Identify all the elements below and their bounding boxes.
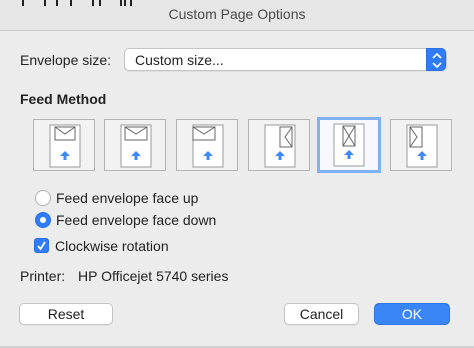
- reset-button[interactable]: Reset: [19, 303, 113, 325]
- envelope-landscape-icon: [49, 124, 81, 168]
- ok-button[interactable]: OK: [374, 303, 450, 325]
- clockwise-label[interactable]: Clockwise rotation: [55, 238, 169, 254]
- feed-option-4[interactable]: [248, 119, 310, 171]
- envelope-portrait-icon: [406, 124, 438, 168]
- envelope-size-select[interactable]: Custom size...: [124, 48, 447, 71]
- cancel-button[interactable]: Cancel: [284, 303, 359, 325]
- envelope-portrait-icon: [264, 124, 296, 168]
- feed-option-1[interactable]: [33, 119, 95, 171]
- title-bar[interactable]: Custom Page Options: [0, 0, 474, 31]
- envelope-landscape-icon: [192, 124, 224, 168]
- feed-method-heading: Feed Method: [20, 91, 107, 107]
- envelope-size-value: Custom size...: [135, 52, 224, 68]
- feed-option-5[interactable]: [317, 117, 381, 173]
- printer-name: HP Officejet 5740 series: [78, 268, 229, 284]
- envelope-size-label: Envelope size:: [20, 52, 112, 68]
- face-down-radio[interactable]: [35, 212, 51, 228]
- feed-option-2[interactable]: [104, 119, 166, 171]
- envelope-landscape-icon: [120, 124, 152, 168]
- window-title: Custom Page Options: [168, 6, 306, 22]
- envelope-portrait-icon: [333, 123, 365, 167]
- printer-label: Printer:: [20, 268, 66, 284]
- face-up-label[interactable]: Feed envelope face up: [56, 190, 198, 206]
- chevron-updown-icon[interactable]: [426, 48, 446, 71]
- feed-option-3[interactable]: [176, 119, 238, 171]
- face-up-radio[interactable]: [35, 190, 51, 206]
- checkmark-icon: [37, 241, 46, 251]
- feed-option-6[interactable]: [390, 119, 452, 171]
- face-down-label[interactable]: Feed envelope face down: [56, 212, 216, 228]
- clockwise-checkbox[interactable]: [34, 238, 49, 253]
- custom-page-options-dialog: Custom Page Options Envelope size: Custo…: [0, 0, 474, 348]
